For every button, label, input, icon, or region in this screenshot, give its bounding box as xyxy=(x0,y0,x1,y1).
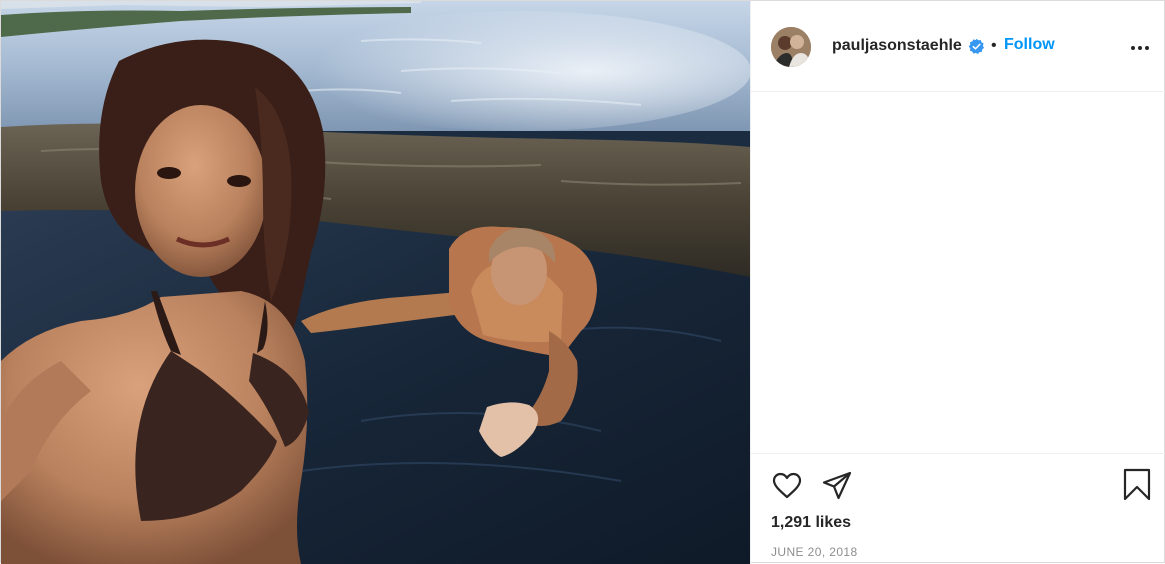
avatar[interactable] xyxy=(771,27,811,67)
follow-button[interactable]: Follow xyxy=(1004,36,1055,54)
verified-badge-icon xyxy=(968,38,985,55)
more-options-icon[interactable] xyxy=(1129,41,1151,55)
paper-plane-icon[interactable] xyxy=(821,470,853,507)
post-side-panel: pauljasonstaehle • Follow 1,291 likes JU… xyxy=(750,1,1165,564)
separator-dot: • xyxy=(991,37,997,54)
instagram-post: pauljasonstaehle • Follow 1,291 likes JU… xyxy=(0,0,1165,564)
username[interactable]: pauljasonstaehle xyxy=(832,37,962,55)
post-date[interactable]: JUNE 20, 2018 xyxy=(771,545,858,559)
likes-count[interactable]: 1,291 likes xyxy=(771,514,851,532)
heart-icon[interactable] xyxy=(771,470,803,507)
post-photo[interactable] xyxy=(1,1,750,564)
post-header: pauljasonstaehle • Follow xyxy=(751,1,1165,92)
avatar-image xyxy=(771,27,811,67)
selfie-in-river-image xyxy=(1,1,750,564)
post-actions-section: 1,291 likes JUNE 20, 2018 xyxy=(751,453,1165,564)
bookmark-icon[interactable] xyxy=(1123,468,1151,507)
